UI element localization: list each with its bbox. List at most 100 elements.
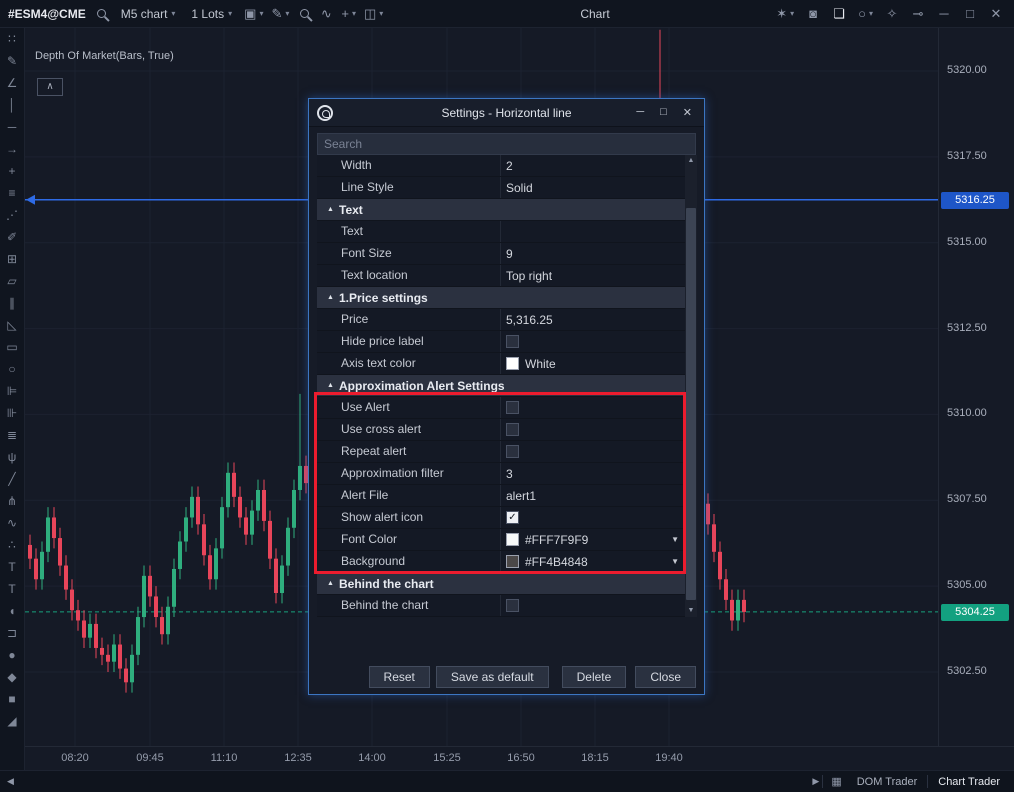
vertical-line-tool-icon[interactable]: │	[0, 94, 24, 116]
collapse-arrow-icon[interactable]: ▲	[327, 294, 339, 301]
rectangle-tool-icon[interactable]: ▭	[0, 336, 24, 358]
collapse-arrow-icon[interactable]: ▲	[327, 206, 339, 213]
checkbox[interactable]	[506, 599, 519, 612]
profile-tool-icon[interactable]: ⊫	[0, 380, 24, 402]
magic-icon[interactable]: ✧	[882, 6, 902, 22]
color-swatch[interactable]	[506, 555, 519, 568]
triangle-tool-icon[interactable]: ◺	[0, 314, 24, 336]
marker-tool-icon[interactable]: ✐	[0, 226, 24, 248]
drawing-tools-icon[interactable]: ✎ ▾	[268, 6, 292, 22]
fan-tool-icon[interactable]: ⋔	[0, 490, 24, 512]
channel-tool-icon[interactable]: ╱	[0, 468, 24, 490]
save-as-default-button[interactable]: Save as default	[435, 666, 549, 688]
ruler-tool-icon[interactable]: ▱	[0, 270, 24, 292]
minimize-window-icon[interactable]: ─	[934, 6, 954, 21]
indicator-icon[interactable]: ∿	[316, 6, 336, 22]
time-axis[interactable]: 08:20 09:45 11:10 12:35 14:00 15:25 16:50 18:15…	[25, 746, 1014, 770]
setting-value[interactable]: 9	[501, 243, 685, 264]
setting-value[interactable]: #FFF7F9F9 ▼	[501, 529, 685, 550]
setting-value[interactable]: Solid	[501, 177, 685, 198]
text-style-tool-icon[interactable]: T	[0, 556, 24, 578]
setting-value[interactable]	[501, 331, 685, 352]
setting-value[interactable]: White	[501, 353, 685, 374]
fullscreen-icon[interactable]: ❏	[829, 6, 849, 22]
reset-button[interactable]: Reset	[368, 666, 430, 688]
setting-value[interactable]	[501, 397, 685, 418]
circle-marker-tool-icon[interactable]: ●	[0, 644, 24, 666]
setting-value[interactable]	[501, 441, 685, 462]
pin-icon[interactable]: ⊸	[908, 6, 928, 22]
settings-scrollbar[interactable]: ▲ ▼	[685, 155, 697, 617]
cycle-tool-icon[interactable]: ∿	[0, 512, 24, 534]
settings-section-row[interactable]: ▲ 1.Price settings	[317, 287, 685, 309]
tools-icon[interactable]: ✶ ▾	[773, 6, 797, 22]
settings-section-row[interactable]: ▲ Behind the chart	[317, 573, 685, 595]
setting-value[interactable]	[501, 221, 685, 242]
arrow-tool-icon[interactable]: →	[0, 138, 24, 160]
dialog-maximize-icon[interactable]: □	[660, 106, 667, 119]
ellipse-tool-icon[interactable]: ○	[0, 358, 24, 380]
dotted-trend-tool-icon[interactable]: ⋰	[0, 204, 24, 226]
label-tool-icon[interactable]: ⊐	[0, 622, 24, 644]
timeframe-dropdown[interactable]: M5 chart ▾	[114, 5, 183, 23]
brush-tool-icon[interactable]: ✎	[0, 50, 24, 72]
setting-value[interactable]: #FF4B4848 ▼	[501, 551, 685, 572]
close-window-icon[interactable]: ✕	[986, 6, 1006, 22]
setting-value[interactable]: 2	[501, 155, 685, 176]
text-tool-icon[interactable]: T	[0, 578, 24, 600]
settings-search-input[interactable]	[317, 133, 696, 155]
checkbox[interactable]	[506, 401, 519, 414]
dropdown-caret-icon[interactable]: ▼	[671, 535, 679, 544]
collapse-arrow-icon[interactable]: ▲	[327, 382, 339, 389]
checkbox[interactable]: ✓	[506, 511, 519, 524]
close-button[interactable]: Close	[635, 666, 696, 688]
indicator-collapse-button[interactable]: ∧	[37, 78, 63, 96]
square-marker-tool-icon[interactable]: ■	[0, 688, 24, 710]
setting-value[interactable]: alert1	[501, 485, 685, 506]
dialog-titlebar[interactable]: Settings - Horizontal line ─ □ ✕	[309, 99, 704, 127]
add-icon[interactable]: + ▾	[338, 6, 359, 21]
pitchfork-tool-icon[interactable]: ψ	[0, 446, 24, 468]
chart-trader-button[interactable]: Chart Trader	[928, 776, 1010, 788]
fib-retracement-tool-icon[interactable]: ≣	[0, 424, 24, 446]
checkbox[interactable]	[506, 423, 519, 436]
scroll-down-icon[interactable]: ▼	[685, 605, 697, 617]
dialog-minimize-icon[interactable]: ─	[636, 106, 644, 119]
dots-tool-icon[interactable]: ∴	[0, 534, 24, 556]
dom-trader-button[interactable]: DOM Trader	[847, 776, 928, 788]
scroll-up-icon[interactable]: ▲	[685, 155, 697, 167]
delete-button[interactable]: Delete	[561, 666, 627, 688]
diamond-marker-tool-icon[interactable]: ◆	[0, 666, 24, 688]
price-axis[interactable]: 5320.00 5317.50 5315.00 5312.50 5310.00 5307.…	[938, 28, 1014, 746]
lots-dropdown[interactable]: 1 Lots ▾	[184, 5, 239, 23]
zoom-icon[interactable]	[294, 9, 314, 18]
setting-value[interactable]	[501, 595, 685, 616]
scrollbar-thumb[interactable]	[686, 208, 696, 600]
levels-tool-icon[interactable]: ≡	[0, 182, 24, 204]
layout-icon[interactable]: ◫ ▾	[361, 6, 386, 22]
color-swatch[interactable]	[506, 357, 519, 370]
search-icon[interactable]	[92, 9, 112, 18]
setting-value[interactable]: Top right	[501, 265, 685, 286]
color-swatch[interactable]	[506, 533, 519, 546]
checkbox[interactable]	[506, 445, 519, 458]
collapse-tool-icon[interactable]: ◢	[0, 710, 24, 732]
setting-value[interactable]: 3	[501, 463, 685, 484]
display-mode-icon[interactable]: ▣ ▾	[241, 6, 266, 22]
shape-icon[interactable]: ○ ▾	[855, 6, 876, 21]
angle-tool-icon[interactable]: ∠	[0, 72, 24, 94]
collapse-arrow-icon[interactable]: ▲	[327, 580, 339, 587]
dialog-close-icon[interactable]: ✕	[683, 106, 692, 119]
dropdown-caret-icon[interactable]: ▼	[671, 557, 679, 566]
cross-tool-icon[interactable]: +	[0, 160, 24, 182]
scroll-left-icon[interactable]: ◀	[4, 776, 17, 787]
setting-value[interactable]: ✓	[501, 507, 685, 528]
scroll-right-icon[interactable]: ▶	[809, 776, 822, 787]
screenshot-icon[interactable]: ◙	[803, 6, 823, 21]
setting-value[interactable]: 5,316.25	[501, 309, 685, 330]
settings-section-row[interactable]: ▲ Approximation Alert Settings	[317, 375, 685, 397]
histogram-tool-icon[interactable]: ⊪	[0, 402, 24, 424]
grid-dots-tool-icon[interactable]: ∷	[0, 28, 24, 50]
settings-section-row[interactable]: ▲ Text	[317, 199, 685, 221]
callout-tool-icon[interactable]: ◖	[0, 600, 24, 622]
